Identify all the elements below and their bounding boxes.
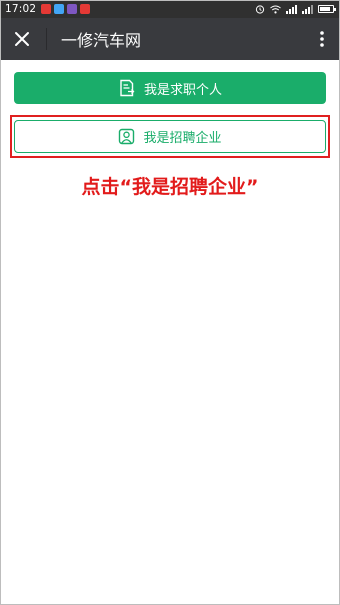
status-bar: 17:02	[0, 0, 340, 18]
app-bar-divider	[46, 28, 47, 50]
close-button[interactable]	[4, 18, 40, 60]
page-title: 一修汽车网	[61, 31, 142, 50]
job-seeker-button[interactable]: 我是求职个人	[14, 72, 326, 104]
portrait-icon	[118, 128, 135, 145]
wifi-icon	[270, 5, 281, 13]
app-bar: 一修汽车网	[0, 18, 340, 60]
app-notification-icon	[80, 4, 91, 14]
job-seeker-label: 我是求职个人	[143, 82, 222, 98]
app-notification-icon	[54, 4, 65, 14]
status-time: 17:02	[5, 3, 37, 15]
employer-label: 我是招聘企业	[143, 131, 222, 146]
notification-icons	[41, 4, 91, 14]
status-indicators	[255, 4, 336, 14]
employer-button[interactable]: 我是招聘企业	[14, 120, 326, 153]
app-notification-icon	[41, 4, 52, 14]
annotation-text: 点击“我是招聘企业”	[81, 176, 259, 198]
alarm-icon	[255, 5, 265, 14]
resume-icon	[118, 79, 136, 97]
battery-icon	[318, 5, 336, 13]
more-options-button[interactable]	[308, 18, 336, 60]
close-icon	[15, 32, 29, 46]
signal-icon	[302, 4, 313, 14]
more-vert-icon	[320, 31, 324, 47]
signal-icon	[286, 4, 297, 14]
app-notification-icon	[67, 4, 78, 14]
